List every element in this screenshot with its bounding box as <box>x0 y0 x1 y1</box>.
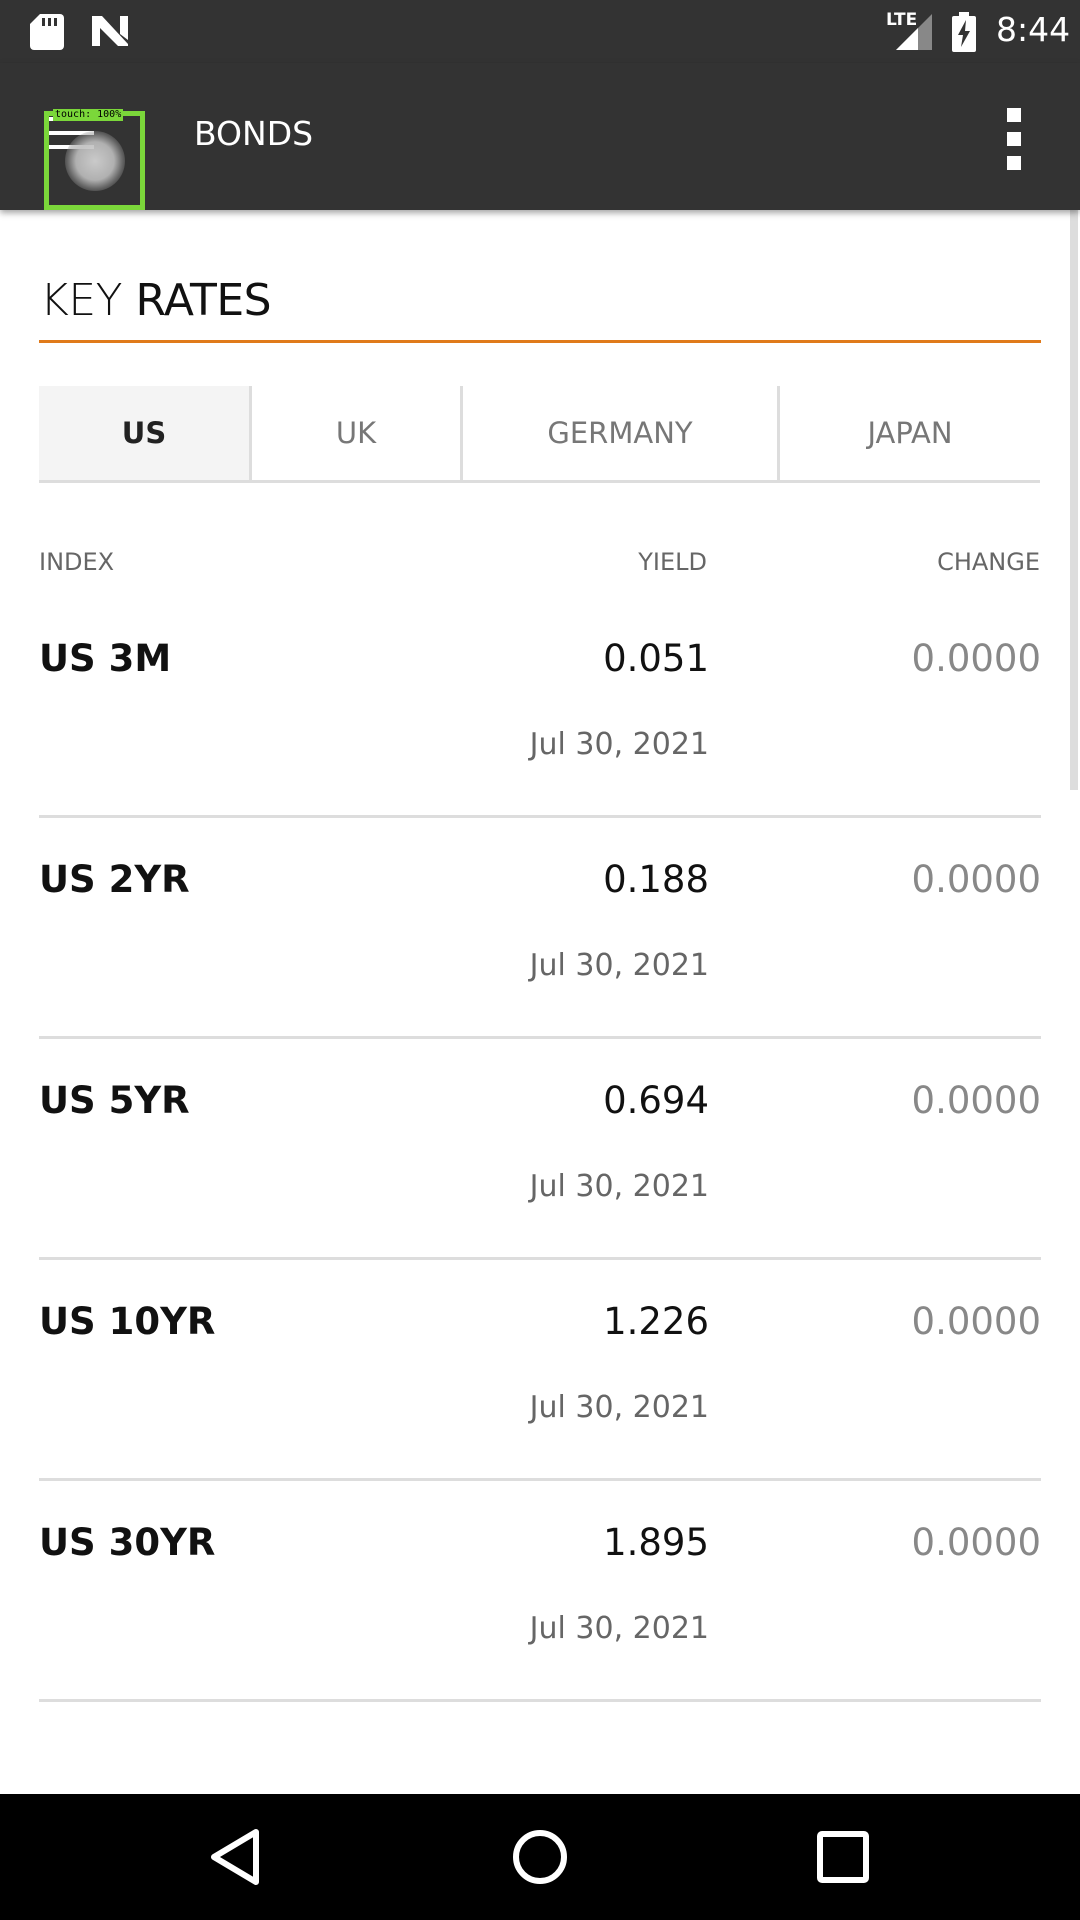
section-title-light: KEY <box>40 275 123 326</box>
table-row[interactable]: US 30YR 1.895 0.0000 Jul 30, 2021 <box>39 1481 1041 1702</box>
signal-icon <box>896 14 932 50</box>
row-yield: 0.051 <box>603 637 709 680</box>
overflow-dot <box>1007 132 1021 146</box>
row-change: 0.0000 <box>911 637 1041 680</box>
tab-japan[interactable]: JAPAN <box>777 386 1040 480</box>
battery-charging-icon <box>952 12 976 52</box>
touch-indicator-box: touch: 100% <box>44 109 145 210</box>
row-yield: 0.694 <box>603 1079 709 1122</box>
row-change: 0.0000 <box>911 1521 1041 1564</box>
recents-icon[interactable] <box>812 1826 874 1888</box>
column-header-index: INDEX <box>39 548 115 576</box>
app-bar: touch: 100% BONDS <box>0 63 1080 210</box>
table-row[interactable]: US 10YR 1.226 0.0000 Jul 30, 2021 <box>39 1260 1041 1481</box>
table-row[interactable]: US 5YR 0.694 0.0000 Jul 30, 2021 <box>39 1039 1041 1260</box>
row-date: Jul 30, 2021 <box>529 727 709 762</box>
table-row[interactable]: US 2YR 0.188 0.0000 Jul 30, 2021 <box>39 818 1041 1039</box>
section-title-bold: RATES <box>135 275 272 326</box>
app-title: BONDS <box>194 114 314 153</box>
tab-us[interactable]: US <box>39 386 249 480</box>
row-yield: 0.188 <box>603 858 709 901</box>
row-yield: 1.226 <box>603 1300 709 1343</box>
country-tabs: US UK GERMANY JAPAN <box>39 386 1040 483</box>
row-date: Jul 30, 2021 <box>529 1390 709 1425</box>
back-icon[interactable] <box>206 1826 268 1888</box>
column-header-yield: YIELD <box>638 548 707 576</box>
row-date: Jul 30, 2021 <box>529 1611 709 1646</box>
touch-indicator-label: touch: 100% <box>53 109 124 121</box>
table-row[interactable]: US 3M 0.051 0.0000 Jul 30, 2021 <box>39 597 1041 818</box>
row-index-name: US 5YR <box>39 1079 190 1122</box>
row-change: 0.0000 <box>911 1079 1041 1122</box>
section-title: KEY RATES <box>40 275 272 326</box>
row-change: 0.0000 <box>911 1300 1041 1343</box>
tab-uk[interactable]: UK <box>249 386 460 480</box>
menu-button[interactable]: touch: 100% <box>40 103 145 210</box>
title-underline <box>39 340 1041 343</box>
overflow-dot <box>1007 108 1021 122</box>
scrollbar[interactable] <box>1070 210 1078 790</box>
row-date: Jul 30, 2021 <box>529 1169 709 1204</box>
row-index-name: US 10YR <box>39 1300 216 1343</box>
navigation-bar <box>0 1794 1080 1920</box>
row-index-name: US 30YR <box>39 1521 216 1564</box>
row-index-name: US 2YR <box>39 858 190 901</box>
tab-germany[interactable]: GERMANY <box>460 386 777 480</box>
overflow-dot <box>1007 156 1021 170</box>
status-bar: LTE 8:44 <box>0 0 1080 63</box>
sd-card-icon <box>30 14 64 50</box>
row-yield: 1.895 <box>603 1521 709 1564</box>
n-icon <box>92 16 128 46</box>
screen: LTE 8:44 touch: 100% BONDS KEY RATES US … <box>0 0 1080 1920</box>
home-icon[interactable] <box>509 1826 571 1888</box>
more-vert-icon[interactable] <box>990 108 1038 170</box>
row-change: 0.0000 <box>911 858 1041 901</box>
row-date: Jul 30, 2021 <box>529 948 709 983</box>
column-header-change: CHANGE <box>937 548 1040 576</box>
clock: 8:44 <box>996 10 1071 49</box>
row-index-name: US 3M <box>39 637 172 680</box>
